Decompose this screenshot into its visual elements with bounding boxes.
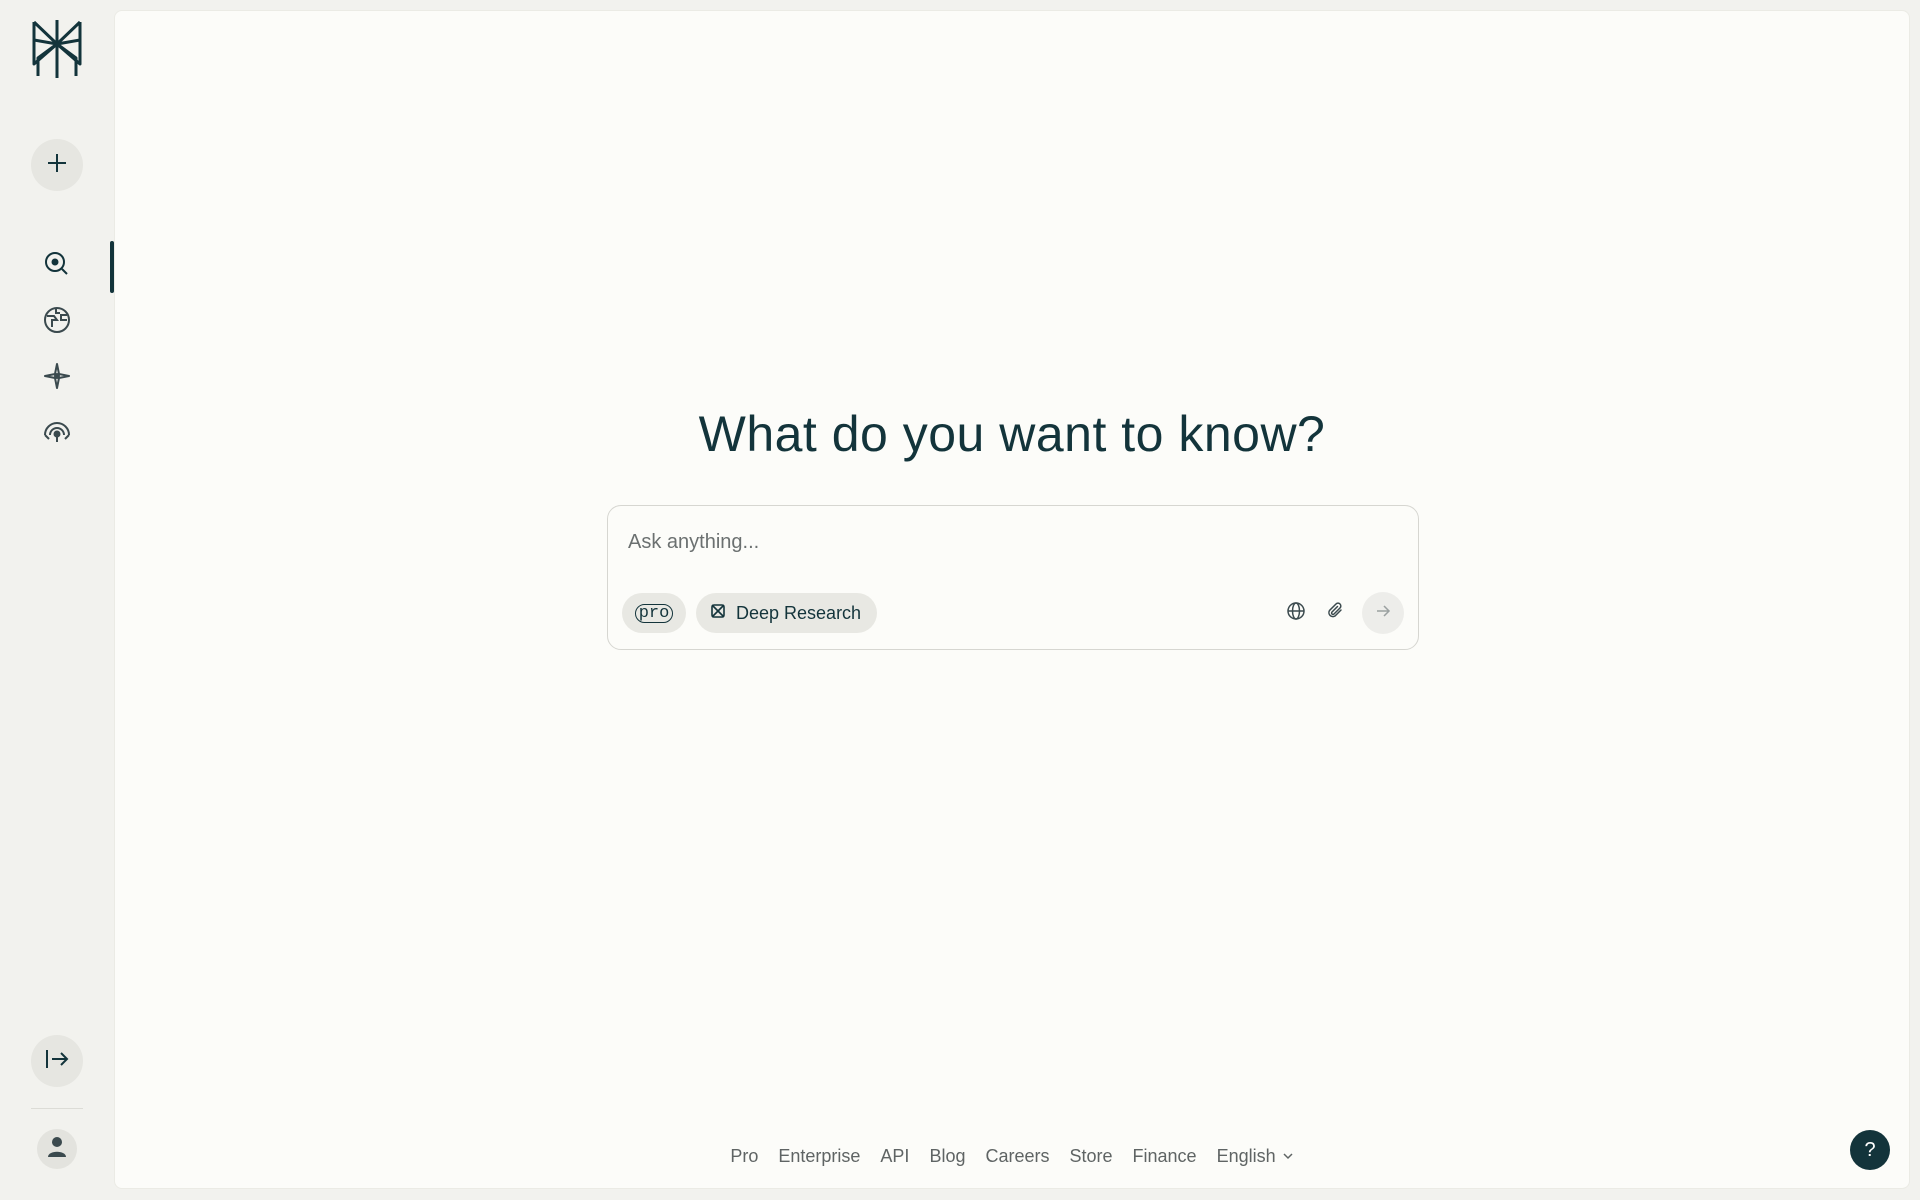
arrow-right-icon xyxy=(1375,603,1391,624)
user-icon xyxy=(47,1136,67,1163)
expand-sidebar-icon xyxy=(44,1048,70,1075)
footer-link-finance[interactable]: Finance xyxy=(1133,1146,1197,1167)
attach-button[interactable] xyxy=(1324,601,1348,625)
pro-toggle-button[interactable]: pro xyxy=(622,593,686,633)
language-selector[interactable]: English xyxy=(1217,1146,1294,1167)
deep-research-label: Deep Research xyxy=(736,602,862,623)
search-box[interactable]: pro Deep Research xyxy=(607,505,1419,650)
new-thread-button[interactable] xyxy=(31,139,83,191)
globe-icon xyxy=(1286,601,1306,626)
submit-button[interactable] xyxy=(1362,592,1404,634)
language-label: English xyxy=(1216,1146,1276,1166)
help-label: ? xyxy=(1864,1138,1876,1161)
perplexity-logo[interactable] xyxy=(28,18,86,80)
search-input[interactable] xyxy=(626,524,1386,560)
sidebar-divider xyxy=(31,1108,83,1109)
sidebar-item-library[interactable] xyxy=(37,413,77,453)
sidebar-item-spaces[interactable] xyxy=(37,358,77,398)
footer-link-enterprise[interactable]: Enterprise xyxy=(778,1146,860,1167)
footer-link-blog[interactable]: Blog xyxy=(929,1146,965,1167)
footer-link-store[interactable]: Store xyxy=(1070,1146,1113,1167)
page-title: What do you want to know? xyxy=(698,406,1326,462)
avatar[interactable] xyxy=(37,1129,77,1169)
help-button[interactable]: ? xyxy=(1850,1130,1890,1170)
deep-research-button[interactable]: Deep Research xyxy=(696,593,878,633)
sparkle-icon xyxy=(43,362,71,395)
plus-icon xyxy=(45,151,69,180)
footer-link-api[interactable]: API xyxy=(880,1146,909,1167)
sidebar-item-home[interactable] xyxy=(37,246,77,286)
sidebar-item-discover[interactable] xyxy=(37,302,77,342)
main-panel: What do you want to know? pro Deep Resea… xyxy=(114,10,1910,1189)
footer-link-careers[interactable]: Careers xyxy=(985,1146,1049,1167)
deep-research-icon xyxy=(710,603,726,624)
footer-link-pro[interactable]: Pro xyxy=(730,1146,758,1167)
spaces-icon xyxy=(42,417,72,450)
expand-sidebar-button[interactable] xyxy=(31,1035,83,1087)
search-icon xyxy=(44,251,70,282)
globe-icon xyxy=(43,306,71,339)
source-selector-button[interactable] xyxy=(1284,601,1308,625)
chevron-down-icon xyxy=(1282,1146,1294,1167)
pro-label: pro xyxy=(634,603,674,623)
footer-links: Pro Enterprise API Blog Careers Store Fi… xyxy=(115,1146,1909,1167)
paperclip-icon xyxy=(1326,601,1346,626)
sidebar xyxy=(0,0,114,1200)
